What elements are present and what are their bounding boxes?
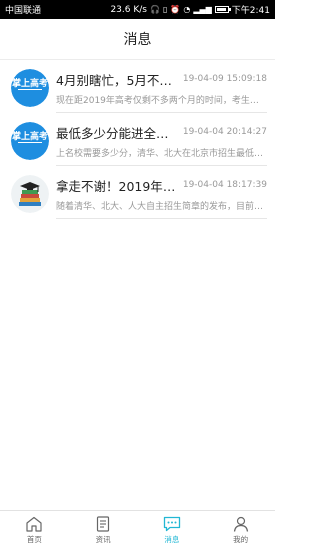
logo-text-top: 掌上高考 <box>12 77 48 89</box>
alarm-icon: ⏰ <box>170 4 181 14</box>
message-time: 19-04-09 15:09:18 <box>182 74 267 84</box>
battery-icon <box>214 6 231 13</box>
clock: 下午2:41 <box>231 6 270 16</box>
zhangshang-gaokao-logo: 掌上高考 <box>11 122 49 160</box>
vibrate-icon: ▯ <box>162 4 168 14</box>
tab-label: 资讯 <box>95 535 111 544</box>
message-title: 4月别瞎忙，5月不紧张，6月 <box>56 72 179 88</box>
signal-icon: ▂▄▆ <box>193 4 212 14</box>
network-speed: 23.6 K/s <box>110 4 147 15</box>
tab-news[interactable]: 资讯 <box>69 511 138 550</box>
graduation-books-image <box>11 175 49 213</box>
tab-messages[interactable]: 消息 <box>138 511 207 550</box>
message-title: 拿走不谢！2019年自主招生 <box>56 178 179 194</box>
home-icon <box>26 516 42 532</box>
message-item[interactable]: 掌上高考 最低多少分能进全国重点大学 19-04-04 20:14:27 上名校… <box>0 113 275 166</box>
bottom-tab-bar: 首页 资讯 消息 我的 <box>0 510 275 550</box>
message-icon <box>163 516 181 532</box>
message-preview: 上名校需要多少分，清华、北大在北京市招生最低…… <box>56 149 267 159</box>
message-item[interactable]: 掌上高考 4月别瞎忙，5月不紧张，6月 19-04-09 15:09:18 现在… <box>0 60 275 113</box>
page-header: 消息 <box>0 19 275 60</box>
tab-label: 首页 <box>26 535 42 544</box>
news-icon <box>97 516 110 532</box>
user-icon <box>233 516 248 532</box>
message-time: 19-04-04 20:14:27 <box>182 127 267 137</box>
wifi-icon: ◔ <box>183 4 191 14</box>
headphone-icon: 🎧 <box>149 4 160 14</box>
divider <box>56 218 267 219</box>
message-preview: 随着清华、北大、人大自主招生简章的发布，目前…… <box>56 202 267 212</box>
tab-profile[interactable]: 我的 <box>206 511 275 550</box>
zhangshang-gaokao-logo: 掌上高考 <box>11 69 49 107</box>
carrier-name: 中国联通 <box>5 6 42 16</box>
logo-text-top: 掌上高考 <box>12 130 48 142</box>
tab-home[interactable]: 首页 <box>0 511 69 550</box>
message-title: 最低多少分能进全国重点大学 <box>56 125 179 141</box>
page-title: 消息 <box>123 32 152 48</box>
status-icons: 23.6 K/s 🎧 ▯ ⏰ ◔ ▂▄▆ 下午2:41 <box>110 3 270 17</box>
message-item[interactable]: 拿走不谢！2019年自主招生 19-04-04 18:17:39 随着清华、北大… <box>0 166 275 219</box>
tab-label: 我的 <box>233 535 249 544</box>
message-list: 掌上高考 4月别瞎忙，5月不紧张，6月 19-04-09 15:09:18 现在… <box>0 60 275 219</box>
tab-label: 消息 <box>164 535 180 544</box>
status-bar: 中国联通 23.6 K/s 🎧 ▯ ⏰ ◔ ▂▄▆ 下午2:41 <box>0 0 275 19</box>
message-time: 19-04-04 18:17:39 <box>182 180 267 190</box>
message-preview: 现在距2019年高考仅剩不多两个月的时间，考生们…… <box>56 96 267 106</box>
